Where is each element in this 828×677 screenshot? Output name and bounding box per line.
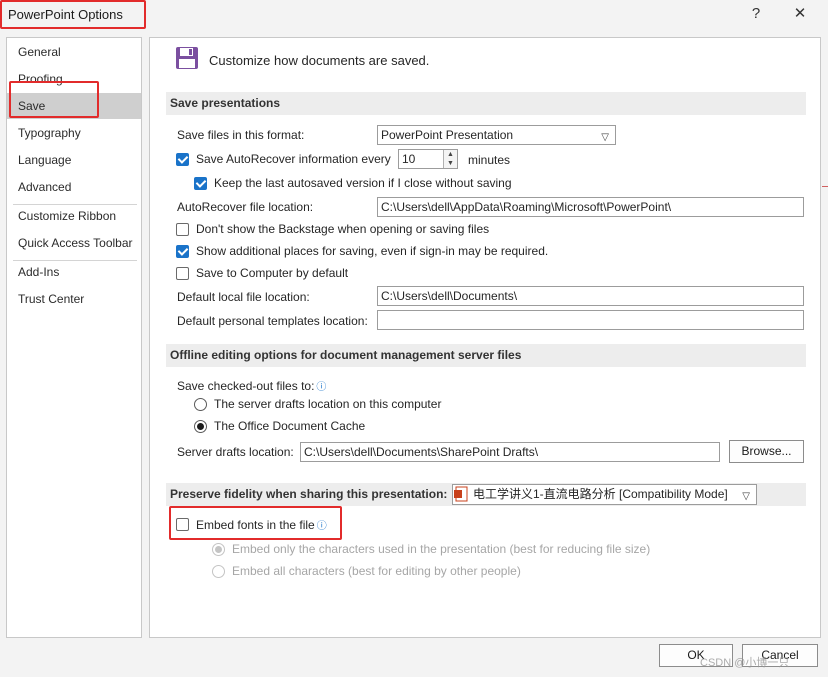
highlight-save [9, 81, 99, 118]
info-icon: ⓘ [316, 382, 327, 393]
section-header-offline: Offline editing options for document man… [166, 344, 806, 367]
embed-only-label: Embed only the characters used in the pr… [232, 542, 651, 556]
save-checked-out-text: Save checked-out files to: [177, 379, 315, 393]
minutes-label: minutes [468, 153, 511, 167]
default-templates-label: Default personal templates location: [177, 314, 368, 328]
autorecover-location-value: C:\Users\dell\AppData\Roaming\Microsoft\… [381, 200, 672, 214]
additional-places-checkbox[interactable] [176, 245, 189, 258]
sidebar-item-advanced[interactable]: Advanced [7, 174, 141, 200]
chevron-down-icon: ▽ [742, 491, 750, 502]
embed-all-label: Embed all characters (best for editing b… [232, 564, 521, 578]
save-checked-out-label: Save checked-out files to: ⓘ [177, 378, 326, 393]
keep-last-checkbox[interactable] [194, 177, 207, 190]
save-to-computer-label: Save to Computer by default [196, 266, 349, 280]
default-local-value: C:\Users\dell\Documents\ [381, 289, 518, 303]
format-dropdown-value: PowerPoint Presentation [381, 128, 514, 142]
floppy-disk-icon [176, 47, 198, 69]
sidebar-item-trust-center[interactable]: Trust Center [7, 286, 141, 312]
sidebar-item-language[interactable]: Language [7, 147, 141, 173]
sidebar-item-customize-ribbon[interactable]: Customize Ribbon [7, 203, 141, 229]
sidebar-item-quick-access-toolbar[interactable]: Quick Access Toolbar [7, 230, 141, 256]
embed-only-radio [212, 543, 225, 556]
chevron-down-icon: ▽ [601, 132, 609, 143]
backstage-label: Don't show the Backstage when opening or… [196, 222, 490, 236]
autorecover-location-input[interactable]: C:\Users\dell\AppData\Roaming\Microsoft\… [377, 197, 804, 217]
office-cache-option-label: The Office Document Cache [214, 419, 366, 433]
autorecover-label: Save AutoRecover information every [196, 152, 391, 166]
server-drafts-location-input[interactable]: C:\Users\dell\Documents\SharePoint Draft… [300, 442, 720, 462]
default-templates-input[interactable] [377, 310, 804, 330]
server-drafts-location-label: Server drafts location: [177, 445, 294, 459]
options-sidebar: General Proofing Save Typography Languag… [6, 37, 142, 638]
autorecover-location-label: AutoRecover file location: [177, 200, 314, 214]
autorecover-minutes-value: 10 [402, 152, 416, 166]
office-cache-radio[interactable] [194, 420, 207, 433]
additional-places-label: Show additional places for saving, even … [196, 244, 549, 258]
close-icon[interactable]: ✕ [789, 4, 811, 24]
autorecover-checkbox[interactable] [176, 153, 189, 166]
watermark-text: CSDN @小博一只 [700, 657, 790, 669]
sidebar-item-add-ins[interactable]: Add-Ins [7, 259, 141, 285]
backstage-checkbox[interactable] [176, 223, 189, 236]
keep-last-label: Keep the last autosaved version if I clo… [214, 176, 512, 190]
presentation-dropdown-value: 电工学讲义1-直流电路分析 [Compatibility Mode] [473, 487, 728, 501]
embed-all-radio [212, 565, 225, 578]
server-drafts-option-label: The server drafts location on this compu… [214, 397, 442, 411]
sidebar-item-general[interactable]: General [7, 39, 141, 65]
background-edge [822, 186, 828, 187]
minutes-stepper[interactable]: ▲ ▼ [443, 150, 457, 168]
default-local-label: Default local file location: [177, 290, 310, 304]
browse-button[interactable]: Browse... [729, 440, 804, 463]
sidebar-item-typography[interactable]: Typography [7, 120, 141, 146]
highlight-embed-fonts [169, 506, 342, 540]
highlight-title [0, 0, 146, 29]
section-header-save: Save presentations [166, 92, 806, 115]
powerpoint-file-icon [454, 486, 468, 502]
server-drafts-radio[interactable] [194, 398, 207, 411]
help-icon[interactable]: ? [745, 4, 767, 24]
format-dropdown[interactable]: PowerPoint Presentation ▽ [377, 125, 616, 145]
page-header: Customize how documents are saved. [209, 53, 430, 68]
options-main-panel: Customize how documents are saved. Save … [149, 37, 821, 638]
default-local-input[interactable]: C:\Users\dell\Documents\ [377, 286, 804, 306]
format-label: Save files in this format: [177, 128, 305, 142]
presentation-dropdown[interactable]: 电工学讲义1-直流电路分析 [Compatibility Mode] ▽ [452, 484, 757, 505]
save-to-computer-checkbox[interactable] [176, 267, 189, 280]
server-drafts-location-value: C:\Users\dell\Documents\SharePoint Draft… [304, 445, 539, 459]
